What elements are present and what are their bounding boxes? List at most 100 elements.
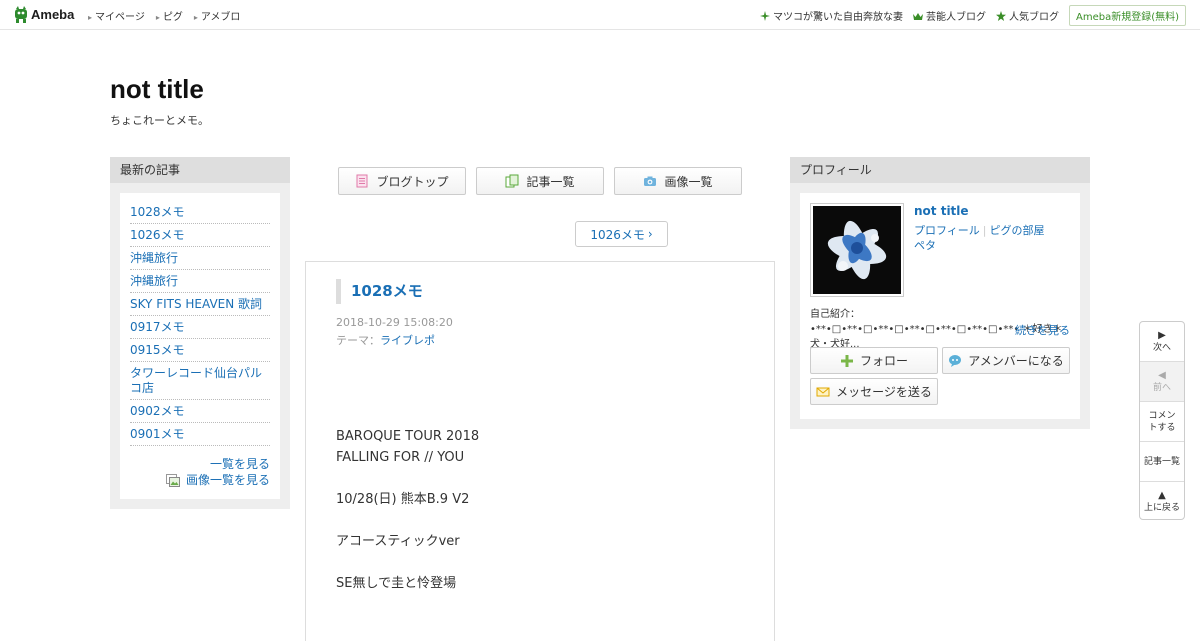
profile-panel: プロフィール not title プロフィール | ピグの部屋 ペタ 自己紹介：… [790, 157, 1090, 429]
back-to-top-button[interactable]: ▲ 上に戻る [1140, 482, 1184, 522]
recent-articles-body: 1028メモ 1026メモ 沖縄旅行 沖縄旅行 SKY FITS HEAVEN … [120, 193, 280, 499]
blog-top-label: ブログトップ [376, 174, 449, 189]
recent-article-link[interactable]: 沖縄旅行 [130, 251, 178, 265]
list-item: 沖縄旅行 [130, 270, 270, 293]
send-message-label: メッセージを送る [836, 385, 932, 399]
blog-title[interactable]: not title [110, 74, 204, 105]
top-bar: Ameba マイページ ピグ アメブロ マツコが驚いた自由奔放な妻 芸能人ブログ… [0, 0, 1200, 30]
speech-bubble-icon [949, 354, 962, 367]
recent-article-link[interactable]: 0915メモ [130, 343, 185, 357]
next-button[interactable]: ▶ 次へ [1140, 322, 1184, 362]
floating-nav: ▶ 次へ ◀ 前へ コメントする 記事一覧 ▲ 上に戻る [1139, 321, 1185, 520]
amember-label: アメンバーになる [968, 354, 1064, 368]
recent-article-link[interactable]: 沖縄旅行 [130, 274, 178, 288]
sidebar-more-links: 一覧を見る 画像一覧を見る [130, 456, 270, 491]
list-item: 0901メモ [130, 423, 270, 446]
top-nav: マイページ ピグ アメブロ [88, 8, 240, 23]
nav-ameblo[interactable]: アメブロ [194, 8, 241, 23]
celebrity-blog-label: 芸能人ブログ [925, 12, 986, 23]
blog-description: ちょこれーとメモ。 [110, 114, 209, 127]
image-list-button[interactable]: 画像一覧 [614, 167, 742, 195]
recent-article-link[interactable]: タワーレコード仙台パルコ店 [130, 366, 262, 395]
star-icon [995, 10, 1006, 21]
pigg-room-link[interactable]: ピグの部屋 [990, 224, 1045, 237]
celebrity-blog-link[interactable]: 芸能人ブログ [912, 8, 986, 23]
article-line: BAROQUE TOUR 2018 [336, 429, 480, 444]
send-message-button[interactable]: メッセージを送る [810, 378, 938, 405]
plus-icon [840, 354, 853, 367]
article-list-float-label: 記事一覧 [1143, 456, 1180, 467]
logo-text: Ameba [31, 7, 75, 22]
view-all-link[interactable]: 一覧を見る [210, 457, 270, 471]
next-label: 次へ [1152, 342, 1171, 353]
popular-blog-link[interactable]: 人気ブログ [995, 8, 1059, 23]
next-article-pager[interactable]: 1026メモ › [575, 221, 668, 247]
image-list-label: 画像一覧 [664, 174, 713, 189]
article-list-button[interactable]: 記事一覧 [476, 167, 604, 195]
profile-links: プロフィール | ピグの部屋 ペタ [914, 223, 1074, 253]
profile-heading: プロフィール [790, 157, 1090, 183]
article-list-float-button[interactable]: 記事一覧 [1140, 442, 1184, 482]
article-line: アコースティックver [336, 534, 460, 549]
blog-nav-buttons: ブログトップ 記事一覧 画像一覧 [338, 167, 742, 195]
sparkle-icon [759, 10, 770, 21]
comment-button[interactable]: コメントする [1140, 402, 1184, 442]
list-item: 0902メモ [130, 400, 270, 423]
article-body: BAROQUE TOUR 2018 FALLING FOR // YOU 10/… [336, 426, 746, 594]
article-list-label: 記事一覧 [526, 174, 575, 189]
recent-articles-heading: 最新の記事 [110, 157, 290, 183]
recent-article-link[interactable]: 0902メモ [130, 404, 185, 418]
list-item: 0915メモ [130, 339, 270, 362]
follow-label: フォロー [859, 354, 908, 368]
amember-button[interactable]: アメンバーになる [942, 347, 1070, 374]
ameba-pig-icon [15, 6, 27, 23]
camera-icon [644, 176, 657, 186]
article: 1028メモ 2018-10-29 15:08:20 テーマ：ライブレポ BAR… [305, 261, 775, 641]
list-item: SKY FITS HEAVEN 歌詞 [130, 293, 270, 316]
theme-label: テーマ： [336, 334, 380, 347]
profile-body: not title プロフィール | ピグの部屋 ペタ 自己紹介： •**•□•**… [800, 193, 1080, 419]
nav-mypage[interactable]: マイページ [88, 8, 145, 23]
nav-pigg[interactable]: ピグ [156, 8, 183, 23]
view-images-link[interactable]: 画像一覧を見る [165, 472, 270, 488]
prev-label: 前へ [1152, 382, 1171, 393]
article-line [336, 468, 746, 489]
article-line [336, 552, 746, 573]
recent-article-link[interactable]: 0917メモ [130, 320, 185, 334]
list-item: 1028メモ [130, 201, 270, 224]
theme-link[interactable]: ライブレポ [380, 334, 435, 347]
article-title[interactable]: 1028メモ [336, 279, 423, 304]
article-line: FALLING FOR // YOU [336, 450, 465, 465]
next-article-label: 1026メモ [590, 227, 645, 242]
crown-icon [912, 12, 923, 20]
recent-article-link[interactable]: 0901メモ [130, 427, 185, 441]
recent-article-link[interactable]: 1028メモ [130, 205, 185, 219]
ameba-logo[interactable]: Ameba [14, 6, 74, 23]
follow-button[interactable]: フォロー [810, 347, 938, 374]
profile-link[interactable]: プロフィール [914, 224, 980, 237]
profile-name[interactable]: not title [914, 204, 969, 218]
article-date: 2018-10-29 15:08:20 [336, 316, 453, 329]
back-to-top-label: 上に戻る [1143, 503, 1180, 513]
recent-article-link[interactable]: SKY FITS HEAVEN 歌詞 [130, 297, 262, 311]
prev-button[interactable]: ◀ 前へ [1140, 362, 1184, 402]
comment-label: コメントする [1148, 410, 1176, 433]
list-item: タワーレコード仙台パルコ店 [130, 362, 270, 400]
popular-blog-label: 人気ブログ [1008, 12, 1059, 23]
featured-link-label: マツコが驚いた自由奔放な妻 [772, 12, 903, 23]
chevron-right-icon: › [647, 227, 653, 241]
blog-top-button[interactable]: ブログトップ [338, 167, 466, 195]
view-images-label: 画像一覧を見る [185, 473, 270, 487]
featured-link[interactable]: マツコが驚いた自由奔放な妻 [759, 8, 903, 23]
signup-button[interactable]: Ameba新規登録(無料) [1068, 5, 1186, 26]
article-theme: テーマ：ライブレポ [336, 332, 435, 348]
image-list-icon [165, 473, 180, 487]
triangle-up-icon: ▲ [1158, 490, 1166, 501]
top-right-links: マツコが驚いた自由奔放な妻 芸能人ブログ 人気ブログ Ameba新規登録(無料) [759, 5, 1186, 26]
peta-link[interactable]: ペタ [914, 239, 936, 252]
profile-read-more-link[interactable]: 続きを見る [1015, 322, 1070, 338]
profile-avatar[interactable] [810, 203, 904, 297]
recent-article-link[interactable]: 1026メモ [130, 228, 185, 242]
link-separator: | [982, 224, 987, 237]
list-item: 沖縄旅行 [130, 247, 270, 270]
